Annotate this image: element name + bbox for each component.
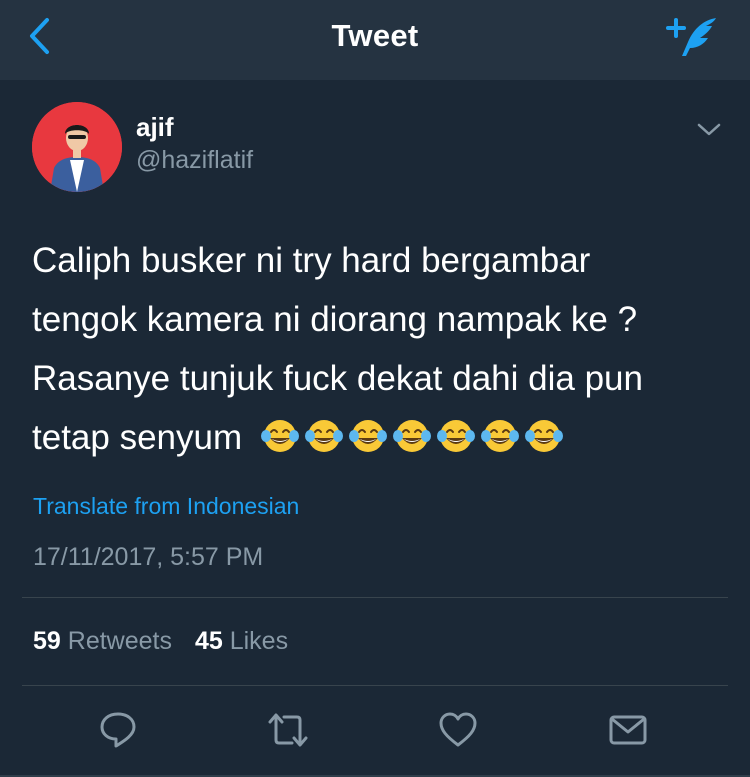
- tears-of-joy-emoji-icon: [260, 420, 299, 452]
- avatar-image: [32, 102, 122, 192]
- tweet-text-line: Rasanye tunjuk fuck dekat dahi dia pun: [32, 359, 643, 398]
- tears-of-joy-emoji-icon: [436, 420, 475, 452]
- envelope-icon: [609, 715, 647, 745]
- likes-label: Likes: [229, 627, 289, 655]
- reply-button[interactable]: [96, 708, 140, 752]
- author-display-name[interactable]: ajif: [136, 112, 174, 143]
- emoji-row: [260, 418, 568, 457]
- engagement-stats: 59 Retweets 45 Likes: [33, 627, 304, 656]
- tears-of-joy-emoji-icon: [524, 420, 563, 452]
- compose-tweet-icon: [666, 18, 716, 56]
- tears-of-joy-emoji-icon: [348, 420, 387, 452]
- retweets-count: 59: [33, 627, 61, 655]
- direct-message-button[interactable]: [606, 708, 650, 752]
- tweet-text: Caliph busker ni try hard bergambar teng…: [32, 231, 722, 467]
- tweet-action-bar: [0, 700, 750, 760]
- tweet-text-line: tengok kamera ni diorang nampak ke ?: [32, 300, 638, 339]
- tweet-text-line-last: tetap senyum: [32, 408, 722, 467]
- tears-of-joy-emoji-icon: [304, 420, 343, 452]
- likes-count: 45: [194, 627, 223, 655]
- likes-stat[interactable]: 45 Likes: [195, 627, 288, 656]
- page-title: Tweet: [331, 18, 419, 53]
- tweet-options-button[interactable]: [694, 118, 724, 142]
- retweet-button[interactable]: [266, 708, 310, 752]
- tears-of-joy-emoji-icon: [392, 420, 431, 452]
- compose-tweet-button[interactable]: [662, 12, 722, 64]
- divider: [22, 685, 728, 686]
- retweet-icon: [268, 713, 308, 747]
- tweet-text-line: tetap senyum: [32, 418, 243, 457]
- tweet-detail-screen: Tweet ajif @haziflatif Caliph busker ni: [0, 0, 750, 777]
- avatar[interactable]: [32, 102, 122, 192]
- tweet-text-line: Caliph busker ni try hard bergambar: [32, 241, 591, 280]
- retweets-label: Retweets: [67, 627, 172, 655]
- nav-header: Tweet: [0, 0, 750, 80]
- tweet-timestamp: 17/11/2017, 5:57 PM: [33, 543, 264, 571]
- retweets-stat[interactable]: 59 Retweets: [33, 627, 172, 656]
- like-button[interactable]: [436, 708, 480, 752]
- author-handle[interactable]: @haziflatif: [136, 146, 253, 175]
- translate-link[interactable]: Translate from Indonesian: [33, 493, 299, 520]
- tears-of-joy-emoji-icon: [480, 420, 519, 452]
- divider: [22, 597, 728, 598]
- heart-icon: [439, 712, 477, 747]
- reply-icon: [100, 712, 136, 748]
- chevron-down-icon: [697, 123, 721, 136]
